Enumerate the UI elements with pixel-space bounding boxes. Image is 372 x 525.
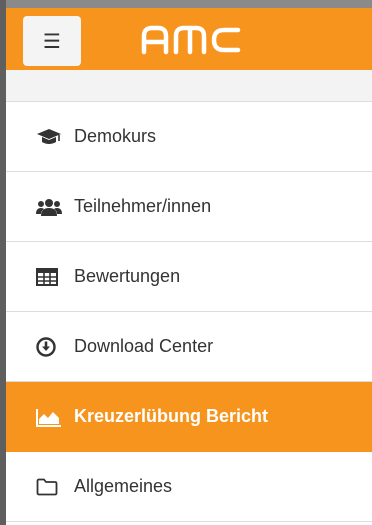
sidebar-nav: Demokurs Teilnehmer/innen Bewertungen Do… xyxy=(6,102,372,522)
sidebar-item-label: Allgemeines xyxy=(74,476,173,496)
top-header: ☰ xyxy=(6,8,372,70)
sidebar-item-kreuzeruebung-bericht[interactable]: Kreuzerlübung Bericht xyxy=(6,382,372,452)
download-circle-icon xyxy=(36,336,62,358)
hamburger-icon: ☰ xyxy=(43,29,61,53)
secondary-bar xyxy=(6,70,372,102)
menu-toggle-button[interactable]: ☰ xyxy=(23,16,81,66)
table-icon xyxy=(36,266,62,288)
graduation-cap-icon xyxy=(36,126,62,148)
sidebar-item-demokurs[interactable]: Demokurs xyxy=(6,102,372,172)
window-top-strip xyxy=(0,0,372,8)
window-left-edge xyxy=(0,0,6,525)
sidebar-item-teilnehmer[interactable]: Teilnehmer/innen xyxy=(6,172,372,242)
amc-logo-wordmark xyxy=(141,25,241,55)
app-frame: ☰ Demokurs Teilnehmer/innen Bewertungen … xyxy=(0,0,372,525)
area-chart-icon xyxy=(36,406,62,428)
brand-logo[interactable] xyxy=(138,20,248,60)
sidebar-item-label: Teilnehmer/innen xyxy=(74,196,212,216)
sidebar-item-label: Kreuzerlübung Bericht xyxy=(74,406,269,426)
sidebar-item-label: Bewertungen xyxy=(74,266,181,286)
sidebar-item-label: Download Center xyxy=(74,336,214,356)
folder-icon xyxy=(36,476,62,498)
sidebar-item-bewertungen[interactable]: Bewertungen xyxy=(6,242,372,312)
sidebar-item-download-center[interactable]: Download Center xyxy=(6,312,372,382)
sidebar-item-allgemeines[interactable]: Allgemeines xyxy=(6,452,372,522)
users-icon xyxy=(36,196,62,218)
sidebar-item-label: Demokurs xyxy=(74,126,157,146)
